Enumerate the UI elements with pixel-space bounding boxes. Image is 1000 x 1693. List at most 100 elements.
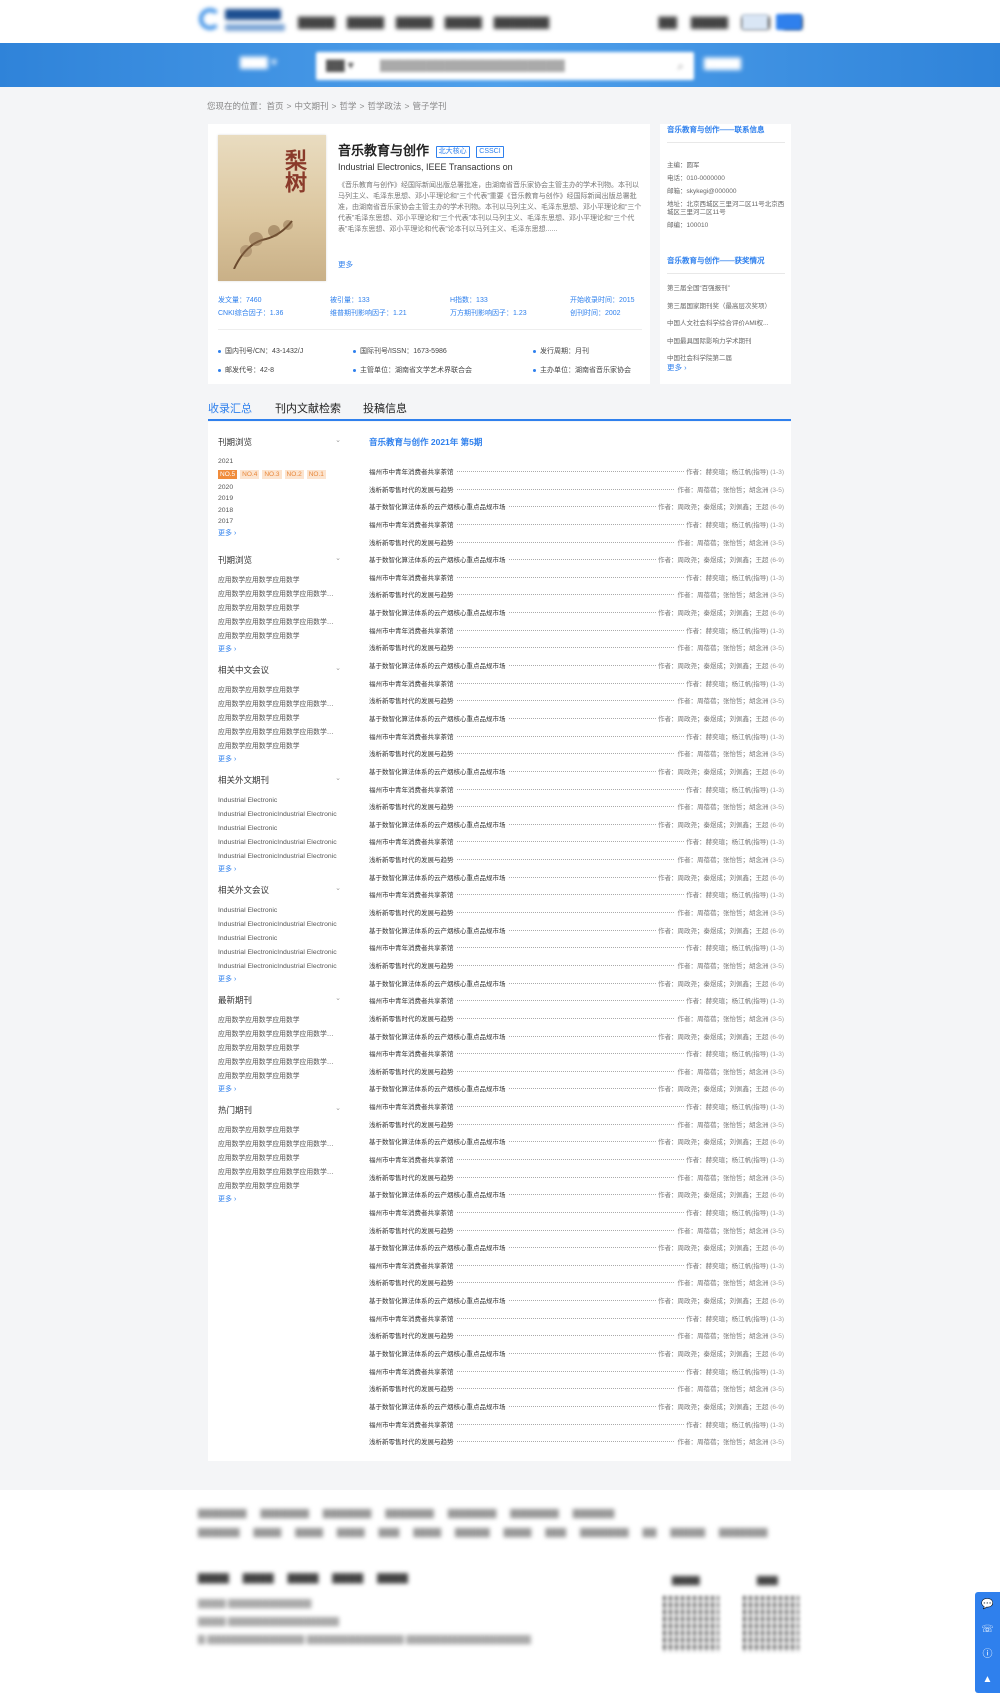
year-item[interactable]: 2021 (218, 456, 340, 468)
article-title[interactable]: 福州市中青年消费者共享茶馆 (369, 1153, 456, 1164)
article-title[interactable]: 浅析新零售时代的发展与趋势 (369, 695, 456, 706)
sidebar-more-link[interactable]: 更多 › (218, 528, 340, 540)
sidebar-link[interactable]: 应用数学应用数学应用数学 (218, 574, 340, 588)
article-row[interactable]: 福州市中青年消费者共享茶馆 作者：赫奕瑄；杨江帆(指导) (1-3) (369, 462, 784, 480)
article-row[interactable]: 基于数智化算法体系的云产烟核心重点品规市场 作者：周政尧；秦煜成；刘佩鑫；王超 (… (369, 709, 784, 727)
breadcrumb-item[interactable]: 中文期刊 (294, 101, 328, 111)
article-title[interactable]: 基于数智化算法体系的云产烟核心重点品规市场 (369, 1136, 508, 1147)
article-title[interactable]: 福州市中青年消费者共享茶馆 (369, 889, 456, 900)
article-row[interactable]: 浅析新零售时代的发展与趋势 作者：周蓓蓓；张怡哲；胡念洲 (3-5) (369, 1168, 784, 1186)
article-title[interactable]: 浅析新零售时代的发展与趋势 (369, 642, 456, 653)
article-title[interactable]: 福州市中青年消费者共享茶馆 (369, 1101, 456, 1112)
chevron-down-icon[interactable]: ⌄ (335, 664, 341, 672)
article-title[interactable]: 浅析新零售时代的发展与趋势 (369, 1436, 456, 1447)
issue-tag[interactable]: NO.5 (218, 469, 238, 479)
tab-submission-info[interactable]: 投稿信息 (363, 400, 407, 416)
breadcrumb-item[interactable]: 哲学 (339, 101, 356, 111)
article-title[interactable]: 浅析新零售时代的发展与趋势 (369, 907, 456, 918)
article-title[interactable]: 浅析新零售时代的发展与趋势 (369, 1065, 456, 1076)
article-row[interactable]: 基于数智化算法体系的云产烟核心重点品规市场 作者：周政尧；秦煜成；刘佩鑫；王超 (… (369, 1027, 784, 1045)
sidebar-link[interactable]: Industrial ElectronicIndustrial Electron… (218, 918, 340, 932)
article-row[interactable]: 福州市中青年消费者共享茶馆 作者：赫奕瑄；杨江帆(指导) (1-3) (369, 1097, 784, 1115)
article-row[interactable]: 基于数智化算法体系的云产烟核心重点品规市场 作者：周政尧；秦煜成；刘佩鑫；王超 (… (369, 1397, 784, 1415)
article-title[interactable]: 基于数智化算法体系的云产烟核心重点品规市场 (369, 712, 508, 723)
article-title[interactable]: 基于数智化算法体系的云产烟核心重点品规市场 (369, 607, 508, 618)
article-title[interactable]: 浅析新零售时代的发展与趋势 (369, 1383, 456, 1394)
description-more-link[interactable]: 更多 (338, 259, 353, 270)
sidebar-link[interactable]: Industrial ElectronicIndustrial Electron… (218, 836, 340, 850)
sidebar-more-link[interactable]: 更多 › (218, 1084, 340, 1096)
article-title[interactable]: 福州市中青年消费者共享茶馆 (369, 1259, 456, 1270)
article-row[interactable]: 福州市中青年消费者共享茶馆 作者：赫奕瑄；杨江帆(指导) (1-3) (369, 1044, 784, 1062)
article-title[interactable]: 福州市中青年消费者共享茶馆 (369, 836, 456, 847)
sidebar-group-header[interactable]: 刊期浏览 ⌄ (218, 436, 345, 450)
sidebar-link[interactable]: Industrial Electronic (218, 932, 340, 946)
year-item[interactable]: 2019 (218, 493, 340, 505)
article-row[interactable]: 浅析新零售时代的发展与趋势 作者：周蓓蓓；张怡哲；胡念洲 (3-5) (369, 1115, 784, 1133)
search-input[interactable]: ▇▇ ▾ ▇▇▇▇▇▇▇▇▇▇▇▇▇▇▇▇▇▇▇▇ ⌕ (316, 52, 694, 80)
article-row[interactable]: 基于数智化算法体系的云产烟核心重点品规市场 作者：周政尧；秦煜成；刘佩鑫；王超 (… (369, 1079, 784, 1097)
year-item[interactable]: 2017 (218, 516, 340, 528)
article-row[interactable]: 福州市中青年消费者共享茶馆 作者：赫奕瑄；杨江帆(指导) (1-3) (369, 674, 784, 692)
article-row[interactable]: 浅析新零售时代的发展与趋势 作者：周蓓蓓；张怡哲；胡念洲 (3-5) (369, 797, 784, 815)
article-title[interactable]: 福州市中青年消费者共享茶馆 (369, 518, 456, 529)
sidebar-link[interactable]: 应用数学应用数学应用数学 (218, 1124, 340, 1138)
article-row[interactable]: 浅析新零售时代的发展与趋势 作者：周蓓蓓；张怡哲；胡念洲 (3-5) (369, 533, 784, 551)
sidebar-group-header[interactable]: 刊期浏览 ⌄ (218, 554, 345, 568)
article-title[interactable]: 福州市中青年消费者共享茶馆 (369, 730, 456, 741)
article-title[interactable]: 福州市中青年消费者共享茶馆 (369, 1206, 456, 1217)
issue-tag[interactable]: NO.4 (240, 469, 260, 479)
article-title[interactable]: 基于数智化算法体系的云产烟核心重点品规市场 (369, 554, 508, 565)
sidebar-link[interactable]: Industrial Electronic (218, 822, 340, 836)
sidebar-group-header[interactable]: 热门期刊 ⌄ (218, 1104, 345, 1118)
article-row[interactable]: 福州市中青年消费者共享茶馆 作者：赫奕瑄；杨江帆(指导) (1-3) (369, 1415, 784, 1433)
article-row[interactable]: 基于数智化算法体系的云产烟核心重点品规市场 作者：周政尧；秦煜成；刘佩鑫；王超 (… (369, 921, 784, 939)
article-row[interactable]: 基于数智化算法体系的云产烟核心重点品规市场 作者：周政尧；秦煜成；刘佩鑫；王超 (… (369, 656, 784, 674)
article-title[interactable]: 浅析新零售时代的发展与趋势 (369, 959, 456, 970)
article-title[interactable]: 浅析新零售时代的发展与趋势 (369, 1171, 456, 1182)
register-button[interactable] (776, 14, 802, 30)
awards-more-link[interactable]: 更多 › (667, 362, 687, 373)
article-row[interactable]: 福州市中青年消费者共享茶馆 作者：赫奕瑄；杨江帆(指导) (1-3) (369, 991, 784, 1009)
article-row[interactable]: 基于数智化算法体系的云产烟核心重点品规市场 作者：周政尧；秦煜成；刘佩鑫；王超 (… (369, 868, 784, 886)
article-title[interactable]: 基于数智化算法体系的云产烟核心重点品规市场 (369, 977, 508, 988)
article-row[interactable]: 浅析新零售时代的发展与趋势 作者：周蓓蓓；张怡哲；胡念洲 (3-5) (369, 903, 784, 921)
advanced-search-link[interactable]: ▇▇▇▇ (704, 56, 741, 70)
article-title[interactable]: 福州市中青年消费者共享茶馆 (369, 466, 456, 476)
article-title[interactable]: 基于数智化算法体系的云产烟核心重点品规市场 (369, 1295, 508, 1306)
article-row[interactable]: 福州市中青年消费者共享茶馆 作者：赫奕瑄；杨江帆(指导) (1-3) (369, 1309, 784, 1327)
sidebar-link[interactable]: 应用数学应用数学应用数学应用数学应用数学 (218, 616, 340, 630)
sidebar-more-link[interactable]: 更多 › (218, 754, 340, 766)
sidebar-more-link[interactable]: 更多 › (218, 974, 340, 986)
sidebar-link[interactable]: Industrial Electronic (218, 794, 340, 808)
sidebar-link[interactable]: 应用数学应用数学应用数学应用数学应用数学 (218, 1056, 340, 1070)
chevron-down-icon[interactable]: ⌄ (335, 884, 341, 892)
article-title[interactable]: 浅析新零售时代的发展与趋势 (369, 1224, 456, 1235)
article-title[interactable]: 福州市中青年消费者共享茶馆 (369, 571, 456, 582)
article-title[interactable]: 浅析新零售时代的发展与趋势 (369, 1012, 456, 1023)
article-row[interactable]: 基于数智化算法体系的云产烟核心重点品规市场 作者：周政尧；秦煜成；刘佩鑫；王超 (… (369, 815, 784, 833)
sidebar-link[interactable]: 应用数学应用数学应用数学 (218, 1014, 340, 1028)
article-title[interactable]: 浅析新零售时代的发展与趋势 (369, 536, 456, 547)
article-row[interactable]: 福州市中青年消费者共享茶馆 作者：赫奕瑄；杨江帆(指导) (1-3) (369, 568, 784, 586)
article-title[interactable]: 福州市中青年消费者共享茶馆 (369, 677, 456, 688)
article-row[interactable]: 福州市中青年消费者共享茶馆 作者：赫奕瑄；杨江帆(指导) (1-3) (369, 515, 784, 533)
article-row[interactable]: 浅析新零售时代的发展与趋势 作者：周蓓蓓；张怡哲；胡念洲 (3-5) (369, 1273, 784, 1291)
sidebar-link[interactable]: Industrial ElectronicIndustrial Electron… (218, 808, 340, 822)
sidebar-link[interactable]: Industrial ElectronicIndustrial Electron… (218, 850, 340, 864)
breadcrumb-item[interactable]: 您现在的位置：首页 (207, 101, 284, 111)
article-row[interactable]: 基于数智化算法体系的云产烟核心重点品规市场 作者：周政尧；秦煜成；刘佩鑫；王超 (… (369, 974, 784, 992)
article-row[interactable]: 浅析新零售时代的发展与趋势 作者：周蓓蓓；张怡哲；胡念洲 (3-5) (369, 1221, 784, 1239)
chevron-down-icon[interactable]: ⌄ (335, 774, 341, 782)
article-row[interactable]: 基于数智化算法体系的云产烟核心重点品规市场 作者：周政尧；秦煜成；刘佩鑫；王超 (… (369, 1185, 784, 1203)
issue-tag[interactable]: NO.1 (306, 469, 326, 479)
sidebar-link[interactable]: 应用数学应用数学应用数学 (218, 1042, 340, 1056)
back-to-top-icon[interactable]: ▲ (975, 1667, 1000, 1692)
article-row[interactable]: 福州市中青年消费者共享茶馆 作者：赫奕瑄；杨江帆(指导) (1-3) (369, 621, 784, 639)
sidebar-group-header[interactable]: 相关外文会议 ⌄ (218, 884, 345, 898)
article-title[interactable]: 福州市中青年消费者共享茶馆 (369, 1418, 456, 1429)
article-title[interactable]: 基于数智化算法体系的云产烟核心重点品规市场 (369, 818, 508, 829)
article-title[interactable]: 福州市中青年消费者共享茶馆 (369, 1048, 456, 1059)
article-row[interactable]: 基于数智化算法体系的云产烟核心重点品规市场 作者：周政尧；秦煜成；刘佩鑫；王超 (… (369, 1238, 784, 1256)
article-title[interactable]: 福州市中青年消费者共享茶馆 (369, 624, 456, 635)
